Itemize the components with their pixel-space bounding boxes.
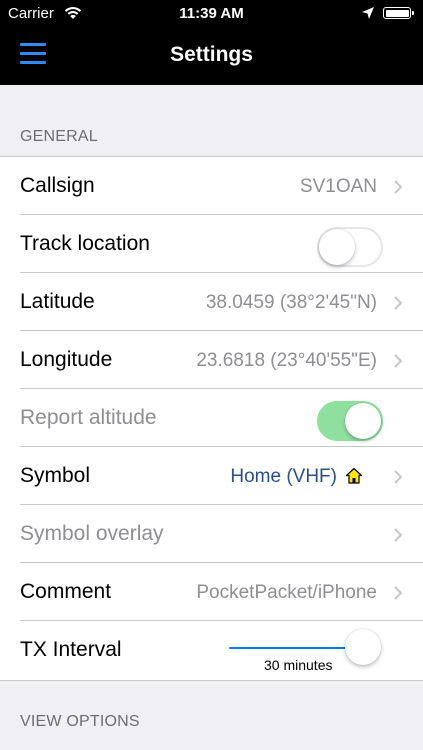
callsign-value: SV1OAN — [299, 176, 377, 197]
symbol-overlay-label: Symbol overlay — [20, 522, 164, 545]
callsign-label: Callsign — [20, 174, 95, 197]
tx-interval-value: 30 minutes — [264, 657, 333, 673]
report-altitude-row: Report altitude — [0, 389, 423, 447]
chevron-right-icon — [394, 180, 403, 194]
symbol-label: Symbol — [20, 464, 91, 487]
latitude-row[interactable]: Latitude 38.0459 (38°2'45"N) — [0, 273, 423, 331]
track-location-row: Track location — [0, 215, 423, 273]
report-altitude-label: Report altitude — [20, 406, 157, 429]
track-location-toggle[interactable] — [317, 227, 383, 267]
longitude-label: Longitude — [20, 348, 113, 371]
status-time: 11:39 AM — [179, 5, 244, 22]
comment-row[interactable]: Comment PocketPacket/iPhone — [0, 563, 423, 621]
symbol-row[interactable]: Symbol Home (VHF) — [0, 447, 423, 505]
latitude-label: Latitude — [20, 290, 95, 313]
callsign-row[interactable]: Callsign SV1OAN — [0, 157, 423, 215]
chevron-right-icon — [394, 586, 403, 600]
section-header-view-options: VIEW OPTIONS — [20, 713, 140, 730]
section-header-general: GENERAL — [20, 128, 98, 145]
longitude-value: 23.6818 (23°40'55"E) — [196, 350, 377, 371]
report-altitude-toggle[interactable] — [317, 401, 383, 441]
tx-interval-row: TX Interval 30 minutes — [0, 621, 423, 679]
page-title: Settings — [170, 43, 253, 66]
chevron-right-icon — [394, 470, 403, 484]
status-bar: Carrier 11:39 AM — [0, 0, 423, 28]
chevron-right-icon — [394, 528, 403, 542]
longitude-row[interactable]: Longitude 23.6818 (23°40'55"E) — [0, 331, 423, 389]
latitude-value: 38.0459 (38°2'45"N) — [205, 292, 377, 313]
tx-interval-slider-thumb[interactable] — [345, 629, 381, 665]
comment-value: PocketPacket/iPhone — [196, 582, 377, 603]
location-arrow-icon — [362, 7, 374, 19]
tx-interval-slider-track[interactable] — [229, 647, 359, 649]
navigation-bar: Settings — [0, 28, 423, 85]
track-location-label: Track location — [20, 232, 150, 255]
home-icon — [345, 467, 363, 484]
chevron-right-icon — [394, 296, 403, 310]
symbol-value: Home (VHF) — [230, 466, 337, 487]
comment-label: Comment — [20, 580, 112, 603]
battery-icon — [383, 7, 414, 19]
tx-interval-label: TX Interval — [20, 638, 122, 661]
general-settings-group: Callsign SV1OAN Track location Latitude … — [0, 156, 423, 681]
symbol-overlay-row[interactable]: Symbol overlay — [0, 505, 423, 563]
chevron-right-icon — [394, 354, 403, 368]
